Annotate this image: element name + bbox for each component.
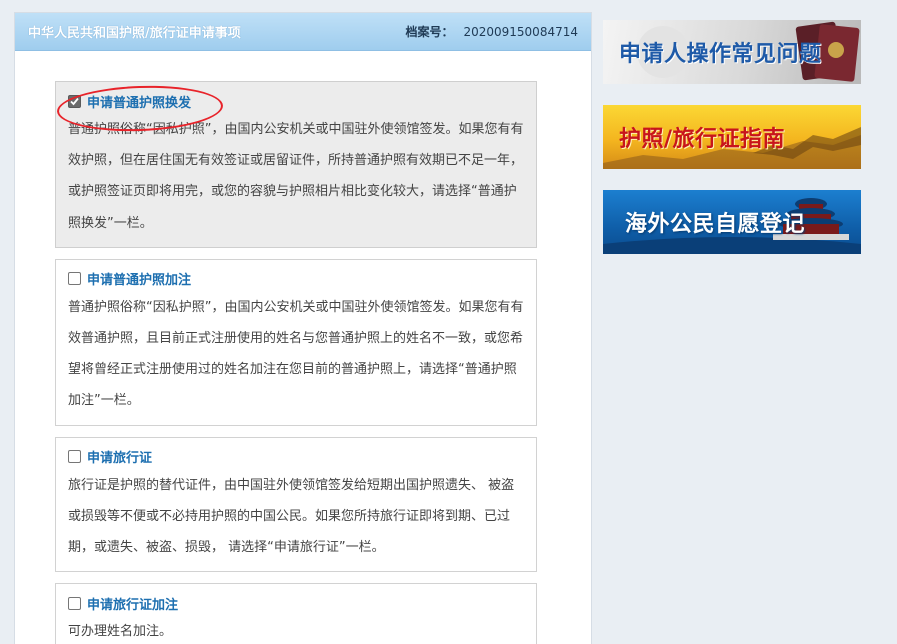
checkbox-passport-endorsement[interactable] bbox=[68, 272, 81, 286]
option-title[interactable]: 申请普通护照加注 bbox=[87, 269, 191, 288]
option-head: 申请普通护照加注 bbox=[68, 269, 524, 289]
banner-passport-guide[interactable]: 护照/旅行证指南 bbox=[603, 105, 861, 169]
banner-guide-label: 护照/旅行证指南 bbox=[619, 127, 786, 152]
option-travel-document[interactable]: 申请旅行证 旅行证是护照的替代证件，由中国驻外使领馆签发给短期出国护照遗失、 被… bbox=[55, 436, 537, 573]
banner-faq-label: 申请人操作常见问题 bbox=[619, 42, 822, 67]
option-description: 旅行证是护照的替代证件，由中国驻外使领馆签发给短期出国护照遗失、 被盗或损毁等不… bbox=[68, 477, 515, 556]
file-number: 档案号： 202009150084714 bbox=[405, 23, 578, 40]
option-description: 可办理姓名加注。 bbox=[68, 624, 173, 640]
file-number-value: 202009150084714 bbox=[463, 25, 578, 39]
option-travel-document-endorsement[interactable]: 申请旅行证加注 可办理姓名加注。 bbox=[55, 583, 537, 644]
checkbox-passport-renewal[interactable] bbox=[68, 94, 81, 108]
option-title[interactable]: 申请旅行证加注 bbox=[87, 594, 178, 613]
option-head: 申请普通护照换发 bbox=[68, 91, 524, 111]
option-passport-endorsement[interactable]: 申请普通护照加注 普通护照俗称“因私护照”，由国内公安机关或中国驻外使领馆签发。… bbox=[55, 258, 537, 426]
checkbox-travel-document-endorsement[interactable] bbox=[68, 596, 81, 610]
banner-overseas-registration[interactable]: 海外公民自愿登记 bbox=[603, 190, 861, 254]
banner-applicant-faq[interactable]: 申请人操作常见问题 bbox=[603, 20, 861, 84]
option-description: 普通护照俗称“因私护照”，由国内公安机关或中国驻外使领馆签发。如果您有有效普通护… bbox=[68, 299, 524, 409]
option-head: 申请旅行证加注 bbox=[68, 593, 524, 613]
file-number-label: 档案号： bbox=[405, 25, 454, 39]
option-description: 普通护照俗称“因私护照”，由国内公安机关或中国驻外使领馆签发。如果您有有效护照，… bbox=[68, 122, 524, 231]
option-passport-renewal[interactable]: 申请普通护照换发 普通护照俗称“因私护照”，由国内公安机关或中国驻外使领馆签发。… bbox=[55, 81, 537, 248]
checkbox-travel-document[interactable] bbox=[68, 450, 81, 464]
banner-register-label: 海外公民自愿登记 bbox=[625, 212, 806, 237]
option-title[interactable]: 申请普通护照换发 bbox=[87, 92, 191, 111]
checkmark-icon bbox=[70, 97, 79, 105]
panel-header: 中华人民共和国护照/旅行证申请事项 档案号： 202009150084714 bbox=[15, 13, 591, 51]
option-title[interactable]: 申请旅行证 bbox=[87, 447, 152, 466]
application-options: 申请普通护照换发 普通护照俗称“因私护照”，由国内公安机关或中国驻外使领馆签发。… bbox=[55, 81, 537, 644]
option-head: 申请旅行证 bbox=[68, 447, 524, 467]
page-title: 中华人民共和国护照/旅行证申请事项 bbox=[28, 26, 241, 41]
